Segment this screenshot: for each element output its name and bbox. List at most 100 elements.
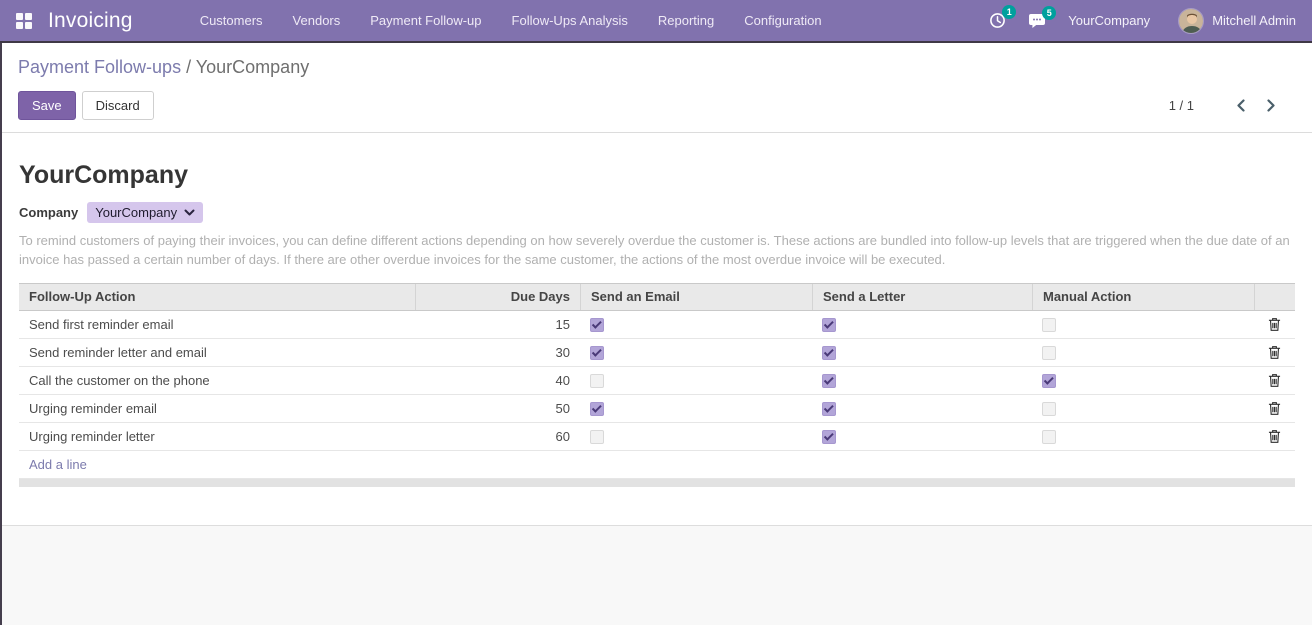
send-letter-checkbox[interactable]: [822, 346, 836, 360]
trash-icon: [1268, 429, 1281, 444]
apps-menu-icon[interactable]: [16, 13, 32, 29]
send-letter-checkbox[interactable]: [822, 374, 836, 388]
send-email-cell: [580, 311, 812, 338]
delete-row-button[interactable]: [1268, 429, 1281, 444]
manual-action-cell: [1032, 423, 1254, 450]
list-body: Send first reminder email 15 Send remind…: [19, 311, 1295, 451]
send-letter-checkbox[interactable]: [822, 430, 836, 444]
navbar-right: 1 5 YourCompany Mitchell Admin: [989, 8, 1296, 34]
nav-menu-configuration[interactable]: Configuration: [729, 0, 836, 41]
messages-menu[interactable]: 5: [1028, 13, 1046, 29]
manual-action-cell: [1032, 339, 1254, 366]
send-email-checkbox[interactable]: [590, 402, 604, 416]
row-actions-cell: [1254, 367, 1295, 394]
manual-action-checkbox[interactable]: [1042, 430, 1056, 444]
pager-next-button[interactable]: [1261, 97, 1282, 114]
activities-menu[interactable]: 1: [989, 12, 1006, 29]
list-footer-bar: [19, 479, 1295, 487]
send-email-checkbox[interactable]: [590, 318, 604, 332]
send-letter-cell: [812, 311, 1032, 338]
delete-row-button[interactable]: [1268, 345, 1281, 360]
discard-button[interactable]: Discard: [82, 91, 154, 120]
trash-icon: [1268, 401, 1281, 416]
send-email-cell: [580, 423, 812, 450]
followup-action-cell[interactable]: Send reminder letter and email: [19, 339, 415, 366]
nav-menu-follow-ups-analysis[interactable]: Follow-Ups Analysis: [497, 0, 643, 41]
due-days-cell[interactable]: 50: [415, 395, 580, 422]
column-header-actions: [1254, 284, 1295, 310]
column-header-manual-action[interactable]: Manual Action: [1032, 284, 1254, 310]
nav-menu-payment-follow-up[interactable]: Payment Follow-up: [355, 0, 496, 41]
add-a-line-link[interactable]: Add a line: [29, 451, 87, 478]
send-letter-cell: [812, 423, 1032, 450]
delete-row-button[interactable]: [1268, 401, 1281, 416]
manual-action-cell: [1032, 395, 1254, 422]
column-header-due-days[interactable]: Due Days: [415, 284, 580, 310]
table-row: Send first reminder email 15: [19, 311, 1295, 339]
company-field-row: Company YourCompany: [19, 202, 1295, 223]
manual-action-checkbox[interactable]: [1042, 318, 1056, 332]
pager-previous-button[interactable]: [1230, 97, 1251, 114]
row-actions-cell: [1254, 423, 1295, 450]
pager: 1 / 1: [1169, 97, 1282, 114]
manual-action-checkbox[interactable]: [1042, 402, 1056, 416]
send-letter-checkbox[interactable]: [822, 402, 836, 416]
chevron-down-icon: [184, 209, 195, 217]
breadcrumb-current: YourCompany: [196, 57, 309, 77]
add-line-row: Add a line: [19, 451, 1295, 479]
send-letter-cell: [812, 367, 1032, 394]
nav-menu-vendors[interactable]: Vendors: [278, 0, 356, 41]
chevron-right-icon: [1267, 99, 1276, 112]
nav-menu-reporting[interactable]: Reporting: [643, 0, 729, 41]
breadcrumb-separator: /: [186, 57, 191, 77]
chevron-left-icon: [1236, 99, 1245, 112]
avatar[interactable]: [1178, 8, 1204, 34]
row-actions-cell: [1254, 339, 1295, 366]
breadcrumb-payment-followups[interactable]: Payment Follow-ups: [18, 57, 181, 77]
table-row: Send reminder letter and email 30: [19, 339, 1295, 367]
due-days-cell[interactable]: 15: [415, 311, 580, 338]
followup-lines-table: Follow-Up Action Due Days Send an Email …: [19, 283, 1295, 487]
message-count-badge: 5: [1042, 6, 1056, 20]
nav-menu-customers[interactable]: Customers: [185, 0, 278, 41]
column-header-send-a-letter[interactable]: Send a Letter: [812, 284, 1032, 310]
control-panel-buttons: Save Discard 1 / 1: [18, 91, 1296, 120]
manual-action-cell: [1032, 367, 1254, 394]
send-letter-cell: [812, 395, 1032, 422]
breadcrumb: Payment Follow-ups / YourCompany: [18, 55, 1296, 79]
followup-help-text: To remind customers of paying their invo…: [19, 231, 1295, 269]
delete-row-button[interactable]: [1268, 317, 1281, 332]
company-select-value: YourCompany: [95, 205, 177, 220]
table-row: Call the customer on the phone 40: [19, 367, 1295, 395]
column-header-followup-action[interactable]: Follow-Up Action: [19, 284, 415, 310]
page-title: YourCompany: [19, 160, 1295, 190]
manual-action-checkbox[interactable]: [1042, 346, 1056, 360]
send-email-checkbox[interactable]: [590, 374, 604, 388]
nav-menus: CustomersVendorsPayment Follow-upFollow-…: [185, 0, 837, 41]
activity-count-badge: 1: [1002, 5, 1016, 19]
manual-action-checkbox[interactable]: [1042, 374, 1056, 388]
followup-action-cell[interactable]: Urging reminder letter: [19, 423, 415, 450]
send-letter-checkbox[interactable]: [822, 318, 836, 332]
due-days-cell[interactable]: 60: [415, 423, 580, 450]
followup-action-cell[interactable]: Urging reminder email: [19, 395, 415, 422]
due-days-cell[interactable]: 40: [415, 367, 580, 394]
followup-action-cell[interactable]: Send first reminder email: [19, 311, 415, 338]
send-email-checkbox[interactable]: [590, 346, 604, 360]
table-row: Urging reminder letter 60: [19, 423, 1295, 451]
company-switcher[interactable]: YourCompany: [1068, 13, 1150, 28]
pager-value: 1 / 1: [1169, 98, 1194, 113]
company-select[interactable]: YourCompany: [87, 202, 203, 223]
app-title[interactable]: Invoicing: [48, 9, 133, 33]
page-body: Payment Follow-ups / YourCompany Save Di…: [0, 43, 1312, 625]
table-header-row: Follow-Up Action Due Days Send an Email …: [19, 283, 1295, 311]
delete-row-button[interactable]: [1268, 373, 1281, 388]
column-header-send-an-email[interactable]: Send an Email: [580, 284, 812, 310]
due-days-cell[interactable]: 30: [415, 339, 580, 366]
send-email-checkbox[interactable]: [590, 430, 604, 444]
user-menu[interactable]: Mitchell Admin: [1212, 13, 1296, 28]
followup-action-cell[interactable]: Call the customer on the phone: [19, 367, 415, 394]
trash-icon: [1268, 373, 1281, 388]
send-email-cell: [580, 367, 812, 394]
save-button[interactable]: Save: [18, 91, 76, 120]
